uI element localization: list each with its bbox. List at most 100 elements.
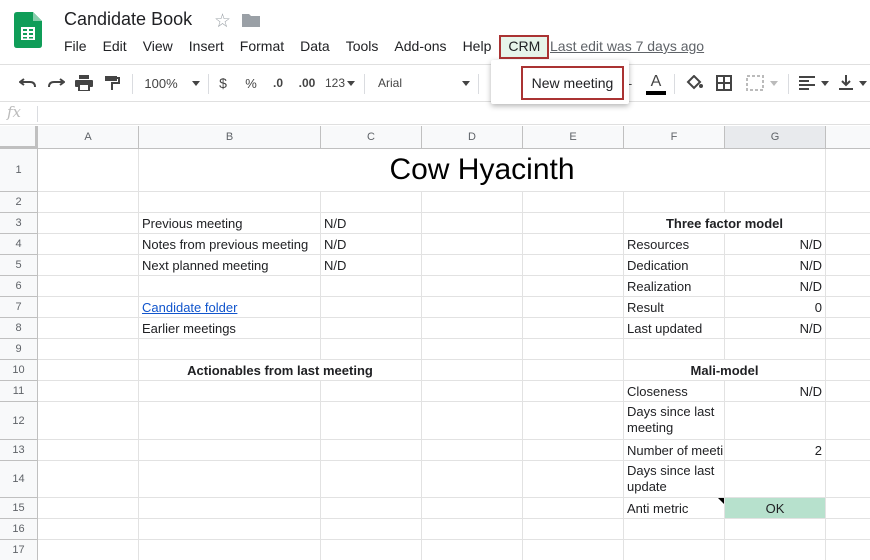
empty-cell[interactable] <box>38 213 139 234</box>
empty-cell[interactable] <box>422 402 523 440</box>
row-header[interactable]: 16 <box>0 519 38 540</box>
empty-cell[interactable] <box>523 234 624 255</box>
horizontal-align-icon[interactable] <box>796 65 832 101</box>
row-header[interactable]: 5 <box>0 255 38 276</box>
resources-label[interactable]: Resources <box>624 234 725 255</box>
sheets-logo-icon[interactable] <box>14 12 42 48</box>
empty-cell[interactable] <box>624 519 725 540</box>
empty-cell[interactable] <box>826 213 870 234</box>
empty-cell[interactable] <box>523 461 624 498</box>
previous-meeting-label[interactable]: Previous meeting <box>139 213 321 234</box>
empty-cell[interactable] <box>422 339 523 360</box>
empty-cell[interactable] <box>422 276 523 297</box>
number-of-meetings-label[interactable]: Number of meeti <box>624 440 725 461</box>
fill-color-icon[interactable] <box>682 65 706 101</box>
text-color-button[interactable]: A <box>644 65 668 101</box>
empty-cell[interactable] <box>38 192 139 213</box>
borders-icon[interactable] <box>712 65 736 101</box>
vertical-align-icon[interactable] <box>836 65 870 101</box>
empty-cell[interactable] <box>826 255 870 276</box>
empty-cell[interactable] <box>523 297 624 318</box>
column-header-d[interactable]: D <box>422 126 523 149</box>
empty-cell[interactable] <box>826 402 870 440</box>
more-formats-select[interactable]: 123 <box>324 65 356 101</box>
empty-cell[interactable] <box>725 540 826 560</box>
select-all-corner[interactable] <box>0 126 38 149</box>
empty-cell[interactable] <box>139 440 321 461</box>
notes-label[interactable]: Notes from previous meeting <box>139 234 321 255</box>
row-header[interactable]: 6 <box>0 276 38 297</box>
empty-cell[interactable] <box>826 318 870 339</box>
empty-cell[interactable] <box>523 318 624 339</box>
empty-cell[interactable] <box>38 276 139 297</box>
row-header[interactable]: 1 <box>0 149 38 192</box>
empty-cell[interactable] <box>725 402 826 440</box>
row-header[interactable]: 11 <box>0 381 38 402</box>
empty-cell[interactable] <box>321 440 422 461</box>
three-factor-heading[interactable]: Three factor model <box>624 213 826 234</box>
empty-cell[interactable] <box>422 519 523 540</box>
empty-cell[interactable] <box>826 498 870 519</box>
mali-model-heading[interactable]: Mali-model <box>624 360 826 381</box>
row-header[interactable]: 12 <box>0 402 38 440</box>
empty-cell[interactable] <box>523 276 624 297</box>
earlier-meetings-label[interactable]: Earlier meetings <box>139 318 321 339</box>
empty-cell[interactable] <box>826 540 870 560</box>
empty-cell[interactable] <box>422 440 523 461</box>
empty-cell[interactable] <box>321 339 422 360</box>
empty-cell[interactable] <box>139 381 321 402</box>
row-header[interactable]: 17 <box>0 540 38 560</box>
empty-cell[interactable] <box>139 498 321 519</box>
empty-cell[interactable] <box>38 149 139 192</box>
menu-insert[interactable]: Insert <box>181 35 232 59</box>
empty-cell[interactable] <box>725 339 826 360</box>
realization-label[interactable]: Realization <box>624 276 725 297</box>
last-updated-value[interactable]: N/D <box>725 318 826 339</box>
empty-cell[interactable] <box>523 255 624 276</box>
percent-format-button[interactable]: % <box>242 65 260 101</box>
empty-cell[interactable] <box>38 519 139 540</box>
empty-cell[interactable] <box>38 498 139 519</box>
empty-cell[interactable] <box>826 149 870 192</box>
star-icon[interactable]: ☆ <box>214 10 231 33</box>
empty-cell[interactable] <box>624 192 725 213</box>
empty-cell[interactable] <box>523 440 624 461</box>
row-header[interactable]: 4 <box>0 234 38 255</box>
dedication-label[interactable]: Dedication <box>624 255 725 276</box>
empty-cell[interactable] <box>422 297 523 318</box>
empty-cell[interactable] <box>523 402 624 440</box>
number-of-meetings-value[interactable]: 2 <box>725 440 826 461</box>
empty-cell[interactable] <box>826 276 870 297</box>
empty-cell[interactable] <box>826 360 870 381</box>
column-header-f[interactable]: F <box>624 126 725 149</box>
notes-value[interactable]: N/D <box>321 234 422 255</box>
currency-format-button[interactable]: $ <box>214 65 232 101</box>
menu-file[interactable]: File <box>56 35 95 59</box>
empty-cell[interactable] <box>321 402 422 440</box>
row-header[interactable]: 15 <box>0 498 38 519</box>
redo-icon[interactable] <box>44 65 68 101</box>
empty-cell[interactable] <box>38 440 139 461</box>
empty-cell[interactable] <box>321 297 422 318</box>
row-header[interactable]: 10 <box>0 360 38 381</box>
empty-cell[interactable] <box>422 192 523 213</box>
last-edit-link[interactable]: Last edit was 7 days ago <box>550 38 704 54</box>
column-header-h[interactable] <box>826 126 870 149</box>
empty-cell[interactable] <box>38 255 139 276</box>
empty-cell[interactable] <box>38 461 139 498</box>
days-since-update-label[interactable]: Days since last update <box>624 461 725 498</box>
empty-cell[interactable] <box>826 192 870 213</box>
increase-decimal-button[interactable]: .00 <box>296 65 318 101</box>
empty-cell[interactable] <box>38 360 139 381</box>
empty-cell[interactable] <box>38 318 139 339</box>
result-label[interactable]: Result <box>624 297 725 318</box>
column-header-e[interactable]: E <box>523 126 624 149</box>
result-value[interactable]: 0 <box>725 297 826 318</box>
previous-meeting-value[interactable]: N/D <box>321 213 422 234</box>
empty-cell[interactable] <box>422 234 523 255</box>
empty-cell[interactable] <box>422 213 523 234</box>
empty-cell[interactable] <box>422 498 523 519</box>
empty-cell[interactable] <box>321 192 422 213</box>
empty-cell[interactable] <box>139 519 321 540</box>
empty-cell[interactable] <box>725 192 826 213</box>
